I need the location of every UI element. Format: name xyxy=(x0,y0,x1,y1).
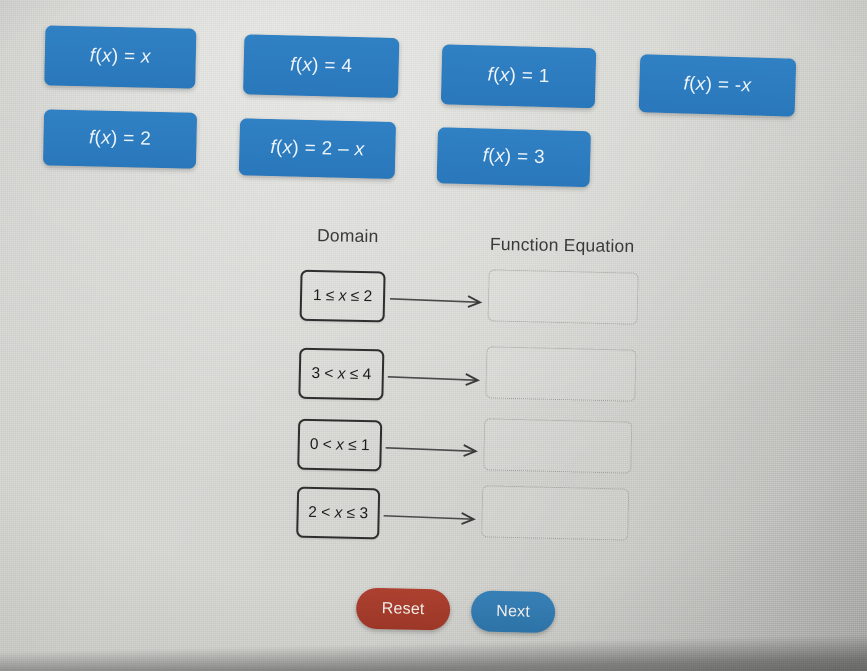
answer-tile-label: f(x) = 3 xyxy=(482,145,546,169)
answer-tile-label: f(x) = 1 xyxy=(487,64,550,88)
answer-tile-label: f(x) = 2 – x xyxy=(270,136,365,160)
answer-tile-label: f(x) = 2 xyxy=(88,127,152,150)
domain-box-0-lt-x-le-1[interactable]: 0 < x ≤ 1 xyxy=(297,418,383,472)
answer-tile-label: f(x) = 4 xyxy=(289,54,353,77)
answer-tile-fx-equals-2-minus-x[interactable]: f(x) = 2 – x xyxy=(238,118,397,180)
next-button-label: Next xyxy=(496,602,531,621)
column-header-function-equation: Function Equation xyxy=(490,234,635,257)
answer-drop-target-3[interactable] xyxy=(483,418,633,474)
answer-tile-fx-equals-4[interactable]: f(x) = 4 xyxy=(242,34,400,99)
answer-drop-target-1[interactable] xyxy=(487,269,639,325)
reset-button[interactable]: Reset xyxy=(355,587,451,631)
answer-tile-label: f(x) = -x xyxy=(683,73,752,97)
screenshot-root: f(x) = x f(x) = 4 f(x) = 1 f(x) = -x f(x… xyxy=(0,0,867,671)
match-arrow xyxy=(387,371,486,387)
answer-tile-fx-equals-negative-x[interactable]: f(x) = -x xyxy=(638,54,797,117)
answer-tile-fx-equals-2[interactable]: f(x) = 2 xyxy=(42,109,198,169)
answer-drop-target-4[interactable] xyxy=(481,485,630,541)
match-arrow xyxy=(390,293,488,309)
reset-button-label: Reset xyxy=(381,599,425,618)
domain-box-2-lt-x-le-3[interactable]: 2 < x ≤ 3 xyxy=(296,486,381,540)
next-button[interactable]: Next xyxy=(470,590,556,634)
column-header-domain: Domain xyxy=(317,225,379,247)
domain-box-3-lt-x-le-4[interactable]: 3 < x ≤ 4 xyxy=(298,347,385,401)
domain-box-label: 1 ≤ x ≤ 2 xyxy=(312,286,373,305)
column-header-function-equation-label: Function Equation xyxy=(489,233,635,257)
match-arrow xyxy=(383,510,482,526)
answer-tile-fx-equals-1[interactable]: f(x) = 1 xyxy=(440,44,597,109)
answer-tile-fx-equals-3[interactable]: f(x) = 3 xyxy=(436,127,591,188)
answer-tile-label: f(x) = x xyxy=(89,45,152,68)
domain-box-label: 3 < x ≤ 4 xyxy=(311,364,372,383)
domain-box-label: 2 < x ≤ 3 xyxy=(308,503,369,522)
answer-drop-target-2[interactable] xyxy=(485,346,637,402)
domain-box-label: 0 < x ≤ 1 xyxy=(309,435,370,454)
match-arrow xyxy=(385,442,484,458)
activity-content: f(x) = x f(x) = 4 f(x) = 1 f(x) = -x f(x… xyxy=(0,0,867,671)
answer-tile-fx-equals-x[interactable]: f(x) = x xyxy=(44,25,197,89)
column-header-domain-label: Domain xyxy=(316,225,379,247)
domain-box-1-le-x-le-2[interactable]: 1 ≤ x ≤ 2 xyxy=(299,269,386,323)
